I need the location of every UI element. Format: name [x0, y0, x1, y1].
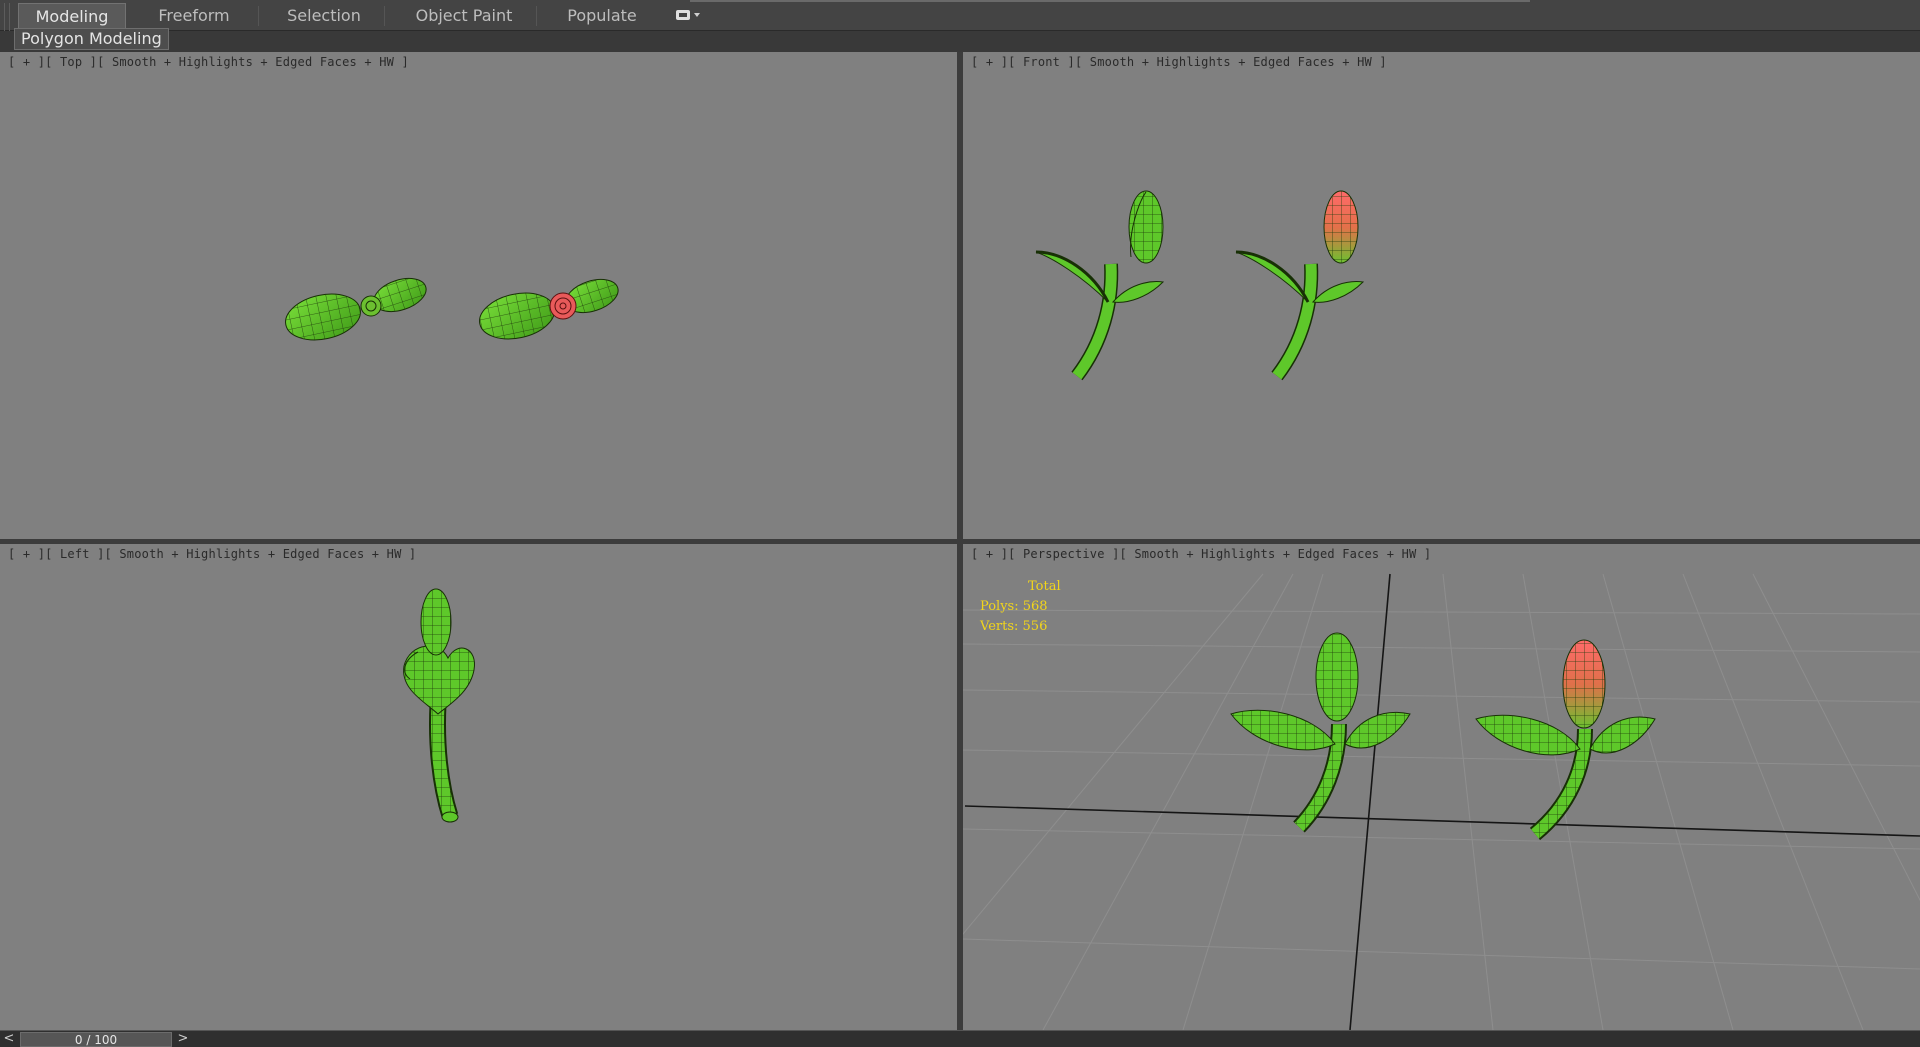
tab-populate[interactable]: Populate [548, 3, 656, 29]
stats-title: Total [1028, 579, 1061, 594]
plant-perspective-1 [1230, 632, 1411, 833]
tab-modeling[interactable]: Modeling [18, 3, 126, 29]
ribbon-top-line [690, 0, 1530, 2]
viewport-label-front[interactable]: [ + ][ Front ][ Smooth + Highlights + Ed… [971, 55, 1387, 69]
viewport-top[interactable]: [ + ][ Top ][ Smooth + Highlights + Edge… [0, 52, 957, 539]
plant-left-view [403, 588, 475, 823]
plant-perspective-2 [1475, 639, 1656, 841]
tab-freeform[interactable]: Freeform [140, 3, 248, 29]
time-slider-bar: < 0 / 100 > [0, 1030, 1920, 1047]
viewport-divider-horizontal[interactable] [0, 539, 1920, 544]
scene-statistics: Total Polys: 568 Verts: 556 [980, 577, 1061, 637]
perspective-view-scene [963, 573, 1920, 1030]
stats-polys: Polys: 568 [980, 597, 1061, 617]
tab-object-paint[interactable]: Object Paint [406, 3, 522, 29]
tab-separator [258, 6, 259, 26]
ribbon-panel-bar [0, 31, 1920, 52]
plant-top-view-1 [285, 277, 427, 341]
ground-grid [963, 573, 1920, 1030]
viewport-label-perspective[interactable]: [ + ][ Perspective ][ Smooth + Highlight… [971, 547, 1431, 561]
tab-separator [536, 6, 537, 26]
viewport-label-left[interactable]: [ + ][ Left ][ Smooth + Highlights + Edg… [8, 547, 416, 561]
left-view-scene [403, 588, 475, 823]
next-frame-button[interactable]: > [174, 1031, 192, 1047]
tab-separator [384, 6, 385, 26]
stats-verts: Verts: 556 [980, 617, 1061, 637]
viewport-left[interactable]: [ + ][ Left ][ Smooth + Highlights + Edg… [0, 544, 957, 1030]
top-view-scene [285, 277, 619, 341]
ribbon-display-options-icon [676, 10, 690, 20]
stats-polys-value: 568 [1022, 599, 1048, 614]
plant-front-view-1 [1035, 190, 1165, 381]
prev-frame-button[interactable]: < [0, 1031, 18, 1047]
viewport-label-top[interactable]: [ + ][ Top ][ Smooth + Highlights + Edge… [8, 55, 409, 69]
stats-polys-label: Polys: [980, 599, 1019, 614]
front-view-scene [1035, 190, 1365, 381]
plant-top-view-2 [479, 278, 619, 340]
plant-front-view-2 [1235, 190, 1365, 381]
viewport-front[interactable]: [ + ][ Front ][ Smooth + Highlights + Ed… [963, 52, 1920, 539]
viewport-perspective[interactable]: [ + ][ Perspective ][ Smooth + Highlight… [963, 544, 1920, 1030]
stats-verts-label: Verts: [980, 619, 1019, 634]
tab-selection[interactable]: Selection [270, 3, 378, 29]
world-axes [964, 573, 1920, 1030]
ribbon-tab-bar: Modeling Freeform Selection Object Paint… [0, 0, 1920, 49]
ribbon-display-options-button[interactable] [672, 7, 706, 23]
time-slider-handle[interactable]: 0 / 100 [20, 1032, 172, 1047]
polygon-modeling-panel-button[interactable]: Polygon Modeling [14, 28, 169, 50]
stats-verts-value: 556 [1022, 619, 1048, 634]
chevron-down-icon [694, 13, 700, 17]
